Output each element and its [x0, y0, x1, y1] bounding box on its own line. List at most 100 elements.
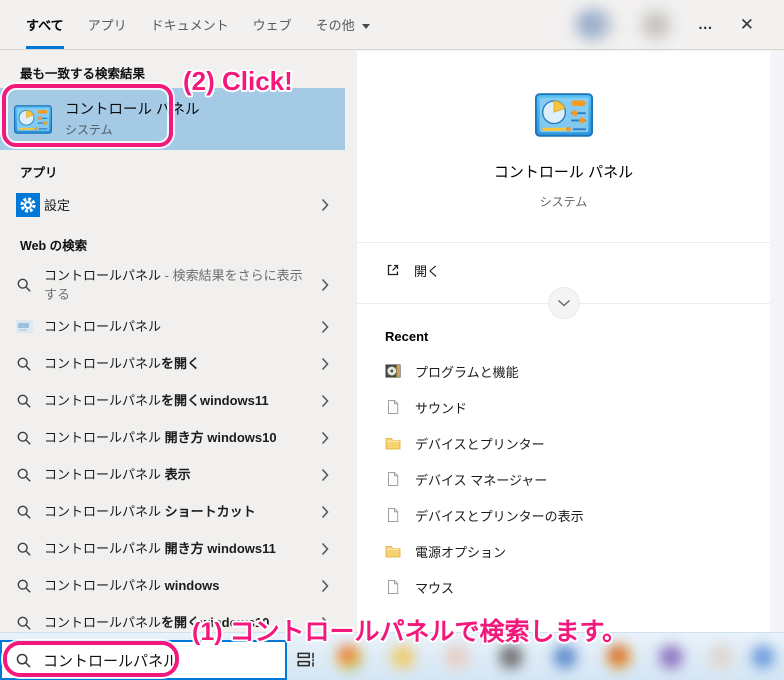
web-search-result[interactable]: コントロールパネルを開くwindows11: [0, 382, 345, 419]
chevron-right-icon[interactable]: [321, 357, 331, 371]
search-filter-tabs: すべて アプリ ドキュメント ウェブ その他: [0, 0, 370, 49]
recent-item-label: マウス: [415, 580, 455, 596]
tab-all[interactable]: すべて: [26, 0, 64, 49]
chevron-right-icon[interactable]: [321, 468, 331, 482]
search-icon: [16, 277, 44, 293]
tab-web[interactable]: ウェブ: [253, 0, 292, 49]
query-text: コントロールパネル: [44, 356, 162, 371]
chevron-right-icon[interactable]: [321, 198, 331, 212]
search-icon: [16, 615, 44, 631]
recent-item-sound[interactable]: サウンド: [357, 389, 770, 425]
web-search-result[interactable]: コントロールパネル 表示: [0, 456, 345, 493]
annotation-step1: (1) コントロールパネルで検索します。: [192, 618, 628, 646]
query-suffix: 表示: [164, 467, 191, 482]
recent-item-label: デバイス マネージャー: [415, 472, 548, 488]
best-match-control-panel[interactable]: コントロール パネル システム: [0, 88, 345, 150]
page-icon: [388, 472, 399, 486]
best-match-section-title: 最も一致する検索結果: [20, 67, 146, 81]
recent-section-title: Recent: [385, 329, 429, 344]
expand-chevron-button[interactable]: [547, 287, 580, 319]
recent-item-devices-and-printers[interactable]: デバイスとプリンター: [357, 425, 770, 461]
search-icon: [16, 541, 44, 557]
chevron-right-icon[interactable]: [321, 542, 331, 556]
page-icon: [388, 400, 399, 414]
chevron-right-icon[interactable]: [321, 278, 331, 292]
ime-icon[interactable]: [296, 649, 318, 671]
query-suffix: を開くwindows11: [161, 393, 269, 408]
query-text: コントロールパネル: [44, 615, 162, 630]
settings-gear-icon: [16, 193, 44, 217]
open-action[interactable]: 開く: [357, 253, 770, 287]
open-action-label: 開く: [414, 263, 441, 279]
query-suffix: 開き方 windows10: [164, 430, 277, 445]
web-search-result[interactable]: コントロールパネル - 検索結果をさらに表示する: [0, 260, 345, 308]
chevron-right-icon[interactable]: [321, 579, 331, 593]
header-right-cluster: … ✕: [573, 0, 784, 49]
web-search-result[interactable]: コントロールパネル ショートカット: [0, 493, 345, 530]
chevron-right-icon[interactable]: [321, 505, 331, 519]
web-search-result[interactable]: コントロールパネルを開く: [0, 345, 345, 382]
search-icon: [16, 393, 44, 409]
web-search-result[interactable]: コントロールパネル windows: [0, 567, 345, 604]
tab-more[interactable]: その他: [316, 0, 370, 49]
best-match-subtitle: システム: [65, 122, 113, 137]
web-search-result[interactable]: コントロールパネル: [0, 308, 345, 345]
taskbar-app-icon-blurred[interactable]: [708, 644, 734, 670]
query-text: コントロールパネル: [44, 430, 165, 445]
web-search-result[interactable]: コントロールパネル 開き方 windows11: [0, 530, 345, 567]
recent-item-label: プログラムと機能: [415, 364, 519, 380]
search-icon: [16, 356, 44, 372]
best-match-title: コントロール パネル: [65, 101, 200, 118]
account-avatar-blurred[interactable]: [573, 7, 614, 42]
chevron-right-icon[interactable]: [321, 431, 331, 445]
search-input[interactable]: [43, 651, 253, 669]
web-search-section-title: Web の検索: [20, 239, 88, 253]
query-text: コントロールパネル: [44, 504, 165, 519]
preview-app-subtitle: システム: [539, 195, 588, 209]
recent-item-power-options[interactable]: 電源オプション: [357, 533, 770, 569]
taskbar-app-icon-blurred[interactable]: [750, 644, 776, 670]
chevron-down-icon: [361, 23, 370, 33]
windows-search-window: すべて アプリ ドキュメント ウェブ その他 … ✕ 最も一致する検索結果 コン…: [0, 0, 784, 680]
tab-documents[interactable]: ドキュメント: [151, 0, 229, 49]
query-text: コントロールパネル: [44, 267, 162, 283]
page-icon: [388, 508, 399, 522]
recent-item-mouse[interactable]: マウス: [357, 569, 770, 605]
control-panel-icon-large: [534, 93, 593, 137]
chevron-right-icon[interactable]: [321, 394, 331, 408]
annotation-step2: (2) Click!: [183, 66, 293, 96]
search-icon: [16, 504, 44, 520]
apps-section-title: アプリ: [20, 166, 58, 180]
query-suffix: ショートカット: [164, 504, 256, 519]
tab-more-label: その他: [315, 17, 355, 33]
taskbar-app-icon-blurred[interactable]: [658, 644, 684, 670]
tab-web-label: ウェブ: [252, 17, 292, 33]
recent-item-label: デバイスとプリンター: [415, 436, 545, 452]
best-match-text: コントロール パネル システム: [65, 101, 200, 138]
query-text: コントロールパネル: [44, 578, 165, 593]
recent-item-device-manager[interactable]: デバイス マネージャー: [357, 461, 770, 497]
search-icon: [16, 578, 44, 594]
tab-all-label: すべて: [26, 17, 64, 33]
chevron-right-icon[interactable]: [321, 320, 331, 334]
recent-item-view-devices-and-printers[interactable]: デバイスとプリンターの表示: [357, 497, 770, 533]
tab-apps[interactable]: アプリ: [88, 0, 127, 49]
search-icon: [16, 653, 31, 668]
recent-item-label: 電源オプション: [415, 544, 507, 560]
folder-icon: [385, 545, 401, 558]
chevron-down-icon: [557, 299, 570, 307]
app-result-settings[interactable]: 設定: [0, 187, 345, 223]
folder-icon: [385, 437, 401, 450]
recent-item-programs-and-features[interactable]: プログラムと機能: [357, 353, 770, 389]
more-options-button[interactable]: …: [698, 16, 714, 33]
preview-panel: コントロール パネル システム 開く Recent プログラムと機能 サウンド …: [357, 51, 770, 632]
recent-list: プログラムと機能 サウンド デバイスとプリンター デバイス マネージャー デバイ…: [357, 353, 770, 605]
web-image-thumbnail-icon: [16, 320, 44, 333]
query-suffix: を開く: [161, 356, 201, 371]
divider: [357, 242, 770, 243]
search-icon: [16, 467, 44, 483]
program-box-icon: [385, 364, 401, 378]
close-button[interactable]: ✕: [740, 15, 754, 35]
web-search-result[interactable]: コントロールパネル 開き方 windows10: [0, 419, 345, 456]
account-avatar-blurred[interactable]: [639, 8, 672, 41]
